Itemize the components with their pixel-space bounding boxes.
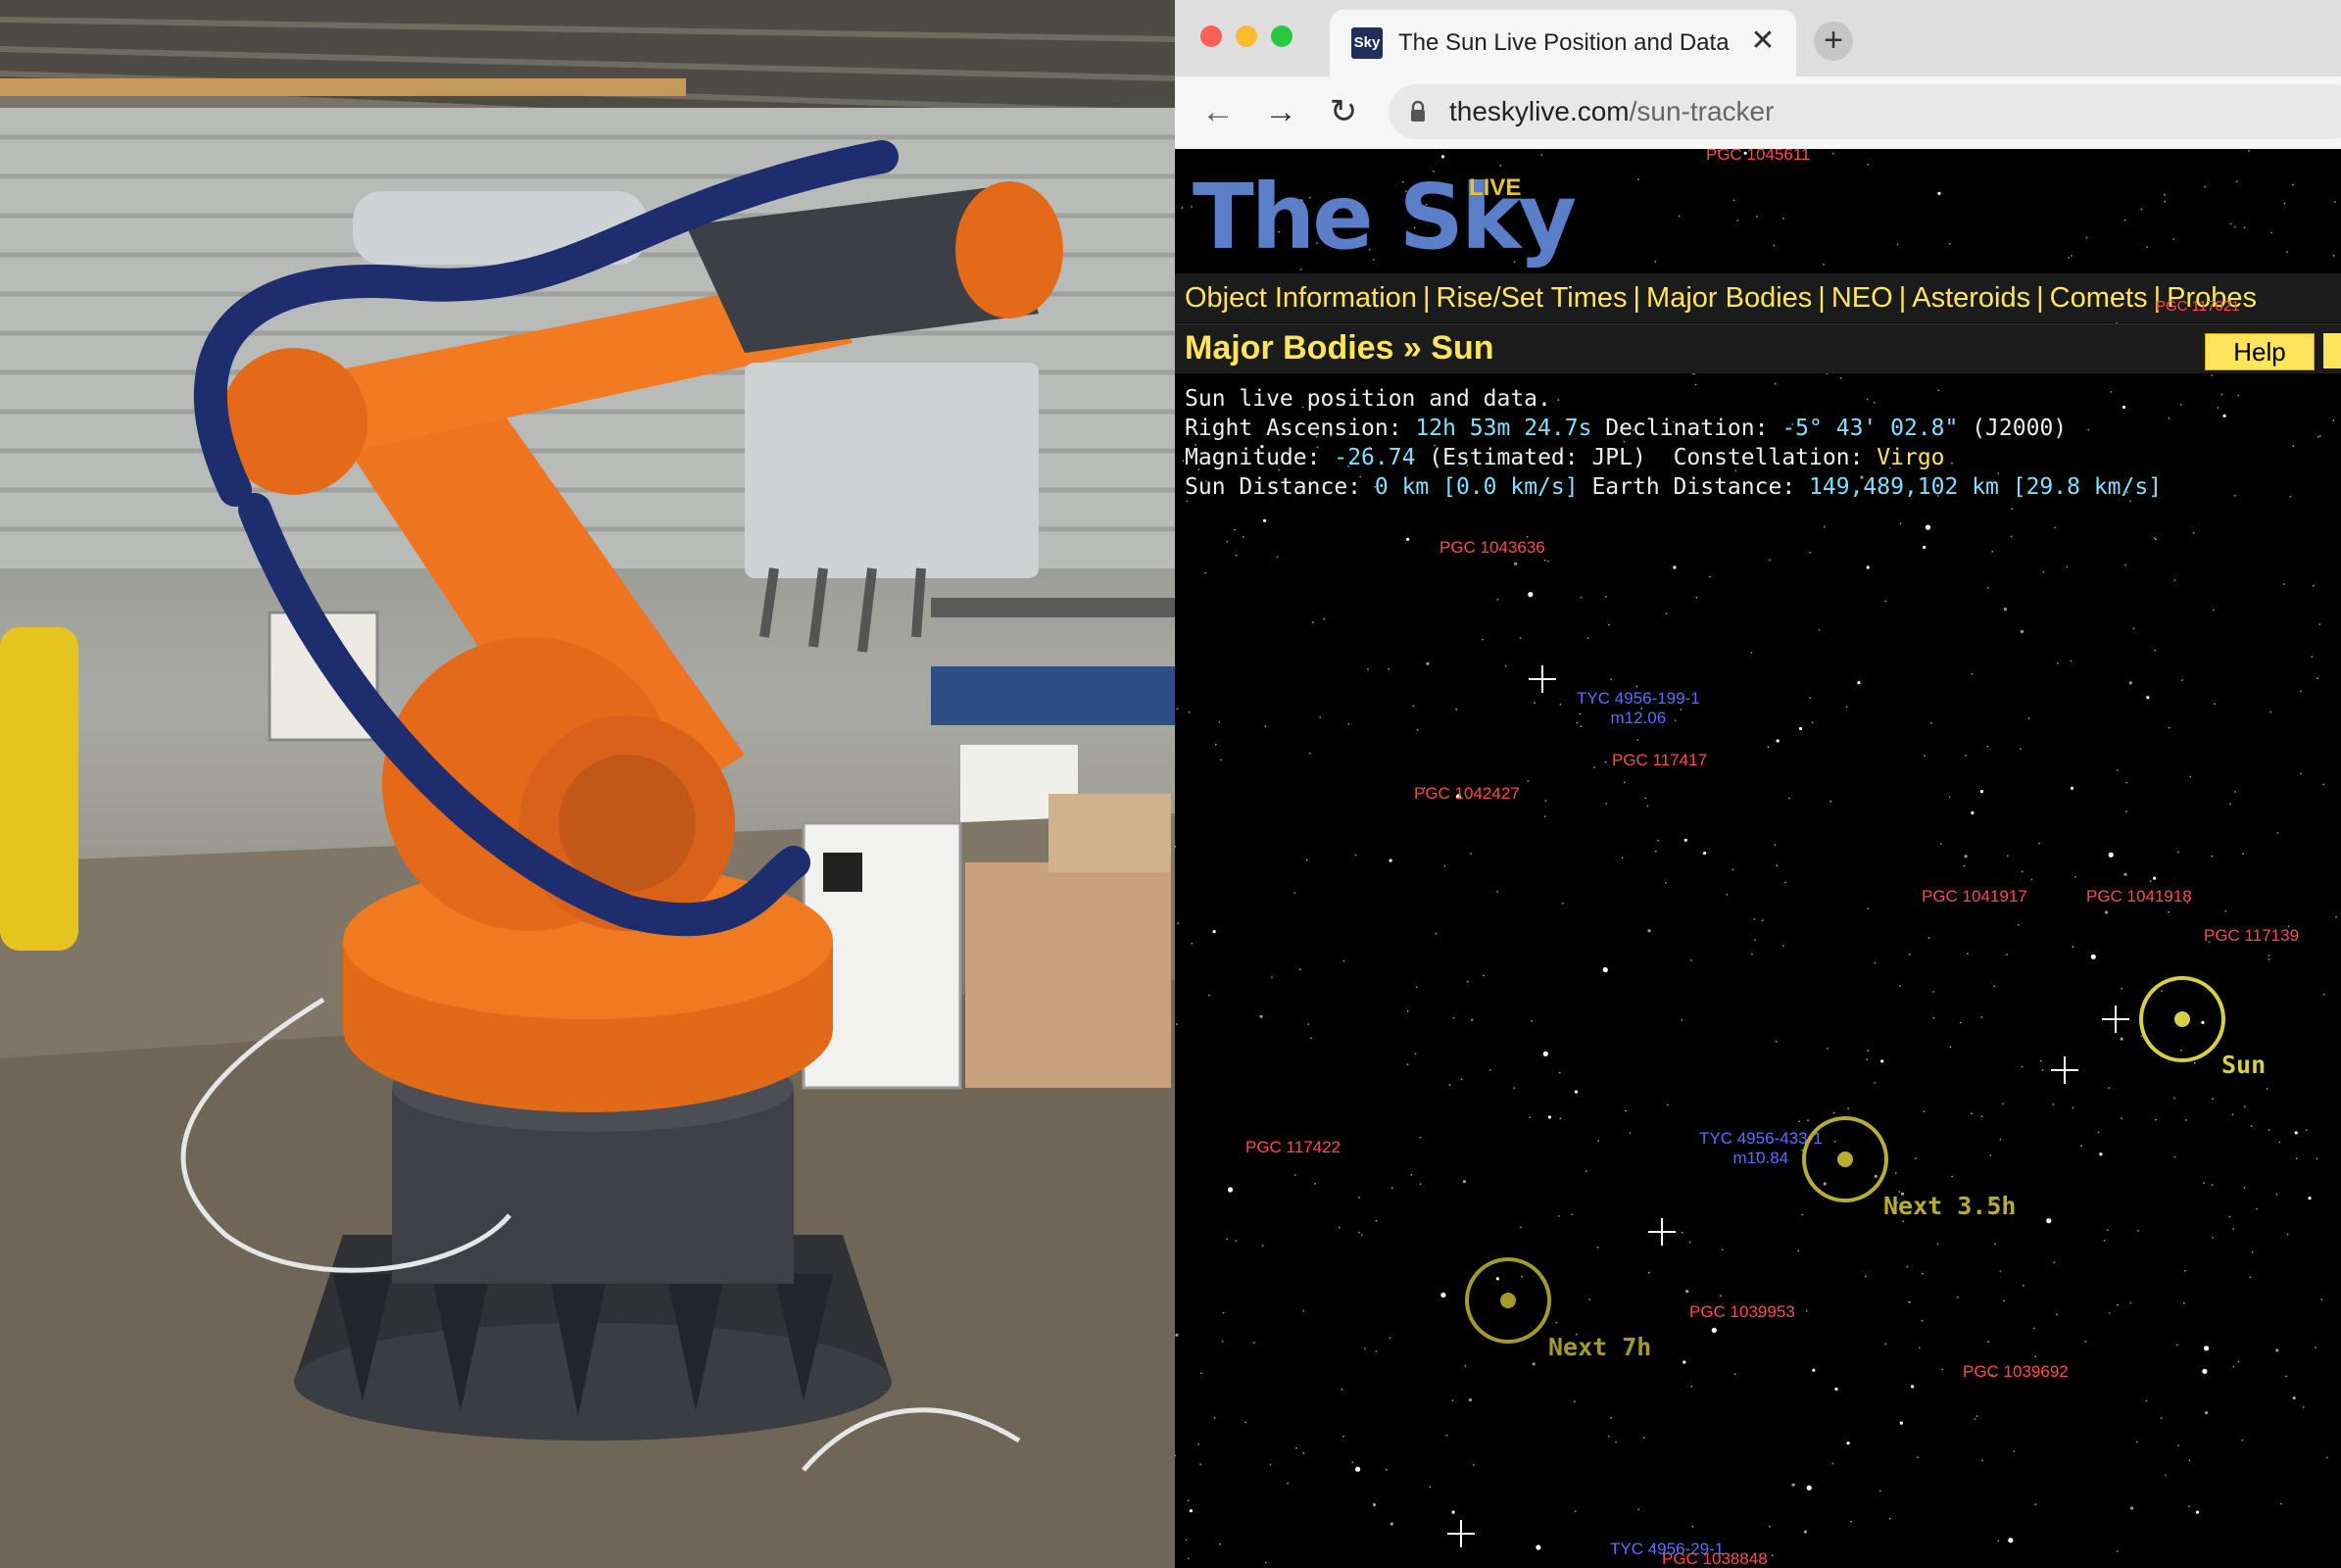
forward-arrow-icon[interactable]: → [1259, 90, 1302, 133]
robot-photo-illustration [0, 0, 1175, 1568]
tab-active[interactable]: Sky The Sun Live Position and Data ✕ [1330, 10, 1796, 76]
back-arrow-icon[interactable]: ← [1196, 90, 1240, 133]
sun-marker-current[interactable] [2139, 976, 2225, 1062]
browser-window: Sky The Sun Live Position and Data ✕ + ←… [1175, 0, 2341, 1568]
sun-next-7h-label: Next 7h [1548, 1333, 1652, 1361]
sun-marker-next-3-5h[interactable] [1802, 1116, 1888, 1202]
url-path: /sun-tracker [1629, 96, 1775, 126]
web-page: The Sky LIVE Object Information | Rise/Set… [1175, 149, 2341, 1568]
lock-icon [1411, 100, 1425, 122]
url-domain: theskylive.com [1449, 96, 1630, 126]
minimize-window-button[interactable] [1236, 25, 1257, 47]
tab-strip: Sky The Sun Live Position and Data ✕ + [1175, 0, 2341, 76]
sun-markers [1465, 976, 2225, 1344]
tab-close-icon[interactable]: ✕ [1747, 24, 1779, 59]
site-favicon-icon: Sky [1351, 27, 1383, 59]
new-tab-button[interactable]: + [1814, 22, 1853, 61]
close-window-button[interactable] [1200, 25, 1222, 47]
maximize-window-button[interactable] [1271, 25, 1292, 47]
browser-toolbar: ← → ↻ theskylive.com/sun-tracker [1175, 76, 2341, 150]
reload-icon[interactable]: ↻ [1322, 90, 1365, 133]
sun-next-3-5h-label: Next 3.5h [1883, 1192, 2017, 1220]
robot-photo [0, 0, 1175, 1568]
url-text: theskylive.com/sun-tracker [1449, 94, 1774, 129]
address-bar[interactable]: theskylive.com/sun-tracker [1389, 84, 2341, 139]
sun-label: Sun [2221, 1051, 2267, 1079]
tab-title: The Sun Live Position and Data [1398, 29, 1730, 56]
sun-marker-next-7h[interactable] [1465, 1257, 1551, 1344]
